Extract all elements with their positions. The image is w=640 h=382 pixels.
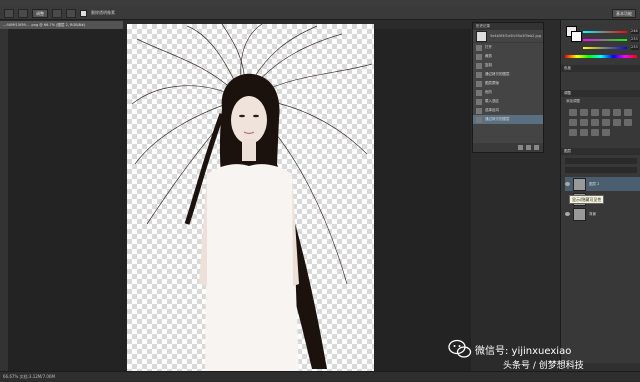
history-step-icon (476, 107, 482, 114)
history-item[interactable]: 选择反向 (473, 106, 543, 115)
history-item-label: 选择反向 (485, 108, 499, 112)
history-step-icon (476, 53, 482, 60)
green-value[interactable]: 233 (631, 37, 639, 42)
history-title: 历史记录 (473, 23, 543, 30)
history-item[interactable]: 载入选区 (473, 97, 543, 106)
snapshot-label: 5e4b5f4f1e5fc55a3f5eb2.jpg (490, 34, 541, 38)
photo-filter-icon[interactable] (591, 119, 599, 126)
options-button[interactable]: 调整 (32, 8, 48, 18)
history-footer (473, 143, 543, 152)
adjustment-icons (569, 109, 632, 136)
color-balance-icon[interactable] (569, 119, 577, 126)
threshold-icon[interactable] (580, 129, 588, 136)
history-step-icon (476, 62, 482, 69)
eye-icon[interactable] (565, 212, 570, 216)
history-snapshot[interactable]: 5e4b5f4f1e5fc55a3f5eb2.jpg (473, 30, 543, 43)
levels-icon[interactable] (580, 109, 588, 116)
workspace-button[interactable]: 基本功能 (612, 8, 636, 18)
posterize-icon[interactable] (569, 129, 577, 136)
doc-size: 文档:3.12M/7.06M (19, 374, 55, 379)
blend-mode-bar[interactable] (565, 167, 637, 173)
history-item[interactable]: 图层蒙版 (473, 79, 543, 88)
selection-mode-icon[interactable] (18, 8, 28, 18)
curves-icon[interactable] (591, 109, 599, 116)
toolbar (0, 29, 8, 371)
blue-slider[interactable] (583, 47, 627, 49)
lookup-icon[interactable] (613, 119, 621, 126)
color-ramp[interactable] (565, 55, 637, 58)
layer-name: 背景 (589, 211, 596, 216)
history-item[interactable]: 复制 (473, 61, 543, 70)
history-item[interactable]: 裁剪 (473, 52, 543, 61)
tool-preset-icon[interactable] (4, 8, 14, 18)
snapshot-thumbnail (476, 30, 487, 42)
document-tab[interactable]: …f409f15f59… .png @ 66.7% (图层 2, RGB/8#) (0, 21, 123, 29)
layer-name: 图层 2 (589, 181, 600, 186)
tab-swatches[interactable]: 色板 (561, 65, 640, 72)
checkbox-label: 删除透明像素 (91, 10, 115, 15)
status-bar: 66.67% 文档:3.12M/7.06M (0, 371, 640, 381)
camera-icon[interactable] (526, 145, 531, 150)
menu-bar (0, 0, 640, 7)
trash-icon[interactable] (534, 145, 539, 150)
history-item-label: 通过拷贝的图层 (485, 117, 510, 121)
options-bar: 调整 删除透明像素 基本功能 (0, 7, 640, 20)
watermark-toutiao: 头条号 / 创梦想科技 (503, 361, 584, 371)
history-item-label: 打开 (485, 45, 492, 49)
history-item-label: 色阶 (485, 90, 492, 94)
history-step-icon (476, 71, 482, 78)
history-step-icon (476, 80, 482, 87)
document-canvas[interactable] (127, 24, 374, 377)
eye-icon[interactable] (565, 182, 570, 186)
history-panel: 历史记录 5e4b5f4f1e5fc55a3f5eb2.jpg 打开裁剪复制通过… (472, 22, 544, 153)
invert-icon[interactable] (624, 119, 632, 126)
add-adjustment-label: 添加调整 (566, 99, 580, 103)
tab-layers[interactable]: 图层 (561, 148, 640, 155)
hue-icon[interactable] (624, 109, 632, 116)
watermark-wechat: 微信号: yijinxuexiao (475, 346, 572, 357)
gear-icon[interactable] (66, 8, 76, 18)
history-step-icon (476, 98, 482, 105)
history-item-label: 裁剪 (485, 54, 492, 58)
visibility-tooltip: 显示/隐藏可见性 (569, 195, 605, 204)
delete-transparent-checkbox[interactable] (80, 9, 87, 17)
wechat-icon (448, 339, 472, 358)
red-value[interactable]: 246 (631, 29, 639, 34)
layer-row[interactable]: 背景 (565, 207, 640, 221)
layer-thumbnail (573, 207, 586, 221)
green-slider[interactable] (583, 39, 627, 41)
background-color-swatch[interactable] (571, 31, 582, 42)
history-item-label: 图层蒙版 (485, 81, 499, 85)
history-step-icon (476, 89, 482, 96)
gradient-map-icon[interactable] (591, 129, 599, 136)
channel-mixer-icon[interactable] (602, 119, 610, 126)
zoom-value[interactable]: 66.67% (3, 374, 18, 379)
portrait-image (131, 24, 373, 377)
new-document-icon[interactable] (518, 145, 523, 150)
layer-row[interactable]: 图层 2 (565, 177, 640, 191)
red-slider[interactable] (583, 31, 627, 33)
brightness-icon[interactable] (569, 109, 577, 116)
layer-filter-bar[interactable] (565, 158, 637, 164)
layer-thumbnail (573, 177, 586, 191)
history-item-label: 载入选区 (485, 99, 499, 103)
rotate-icon[interactable] (52, 8, 62, 18)
tab-adjustments[interactable]: 调整 (561, 90, 640, 97)
history-item[interactable]: 通过拷贝的图层 (473, 115, 543, 124)
history-item[interactable]: 色阶 (473, 88, 543, 97)
history-item-label: 复制 (485, 63, 492, 67)
black-white-icon[interactable] (580, 119, 588, 126)
history-step-icon (476, 44, 482, 51)
exposure-icon[interactable] (602, 109, 610, 116)
selective-color-icon[interactable] (602, 129, 610, 136)
history-item-label: 通过拷贝的图层 (485, 72, 510, 76)
blue-value[interactable]: 233 (631, 45, 639, 50)
history-item[interactable]: 通过拷贝的图层 (473, 70, 543, 79)
vibrance-icon[interactable] (613, 109, 621, 116)
history-item[interactable]: 打开 (473, 43, 543, 52)
history-step-icon (476, 116, 482, 123)
